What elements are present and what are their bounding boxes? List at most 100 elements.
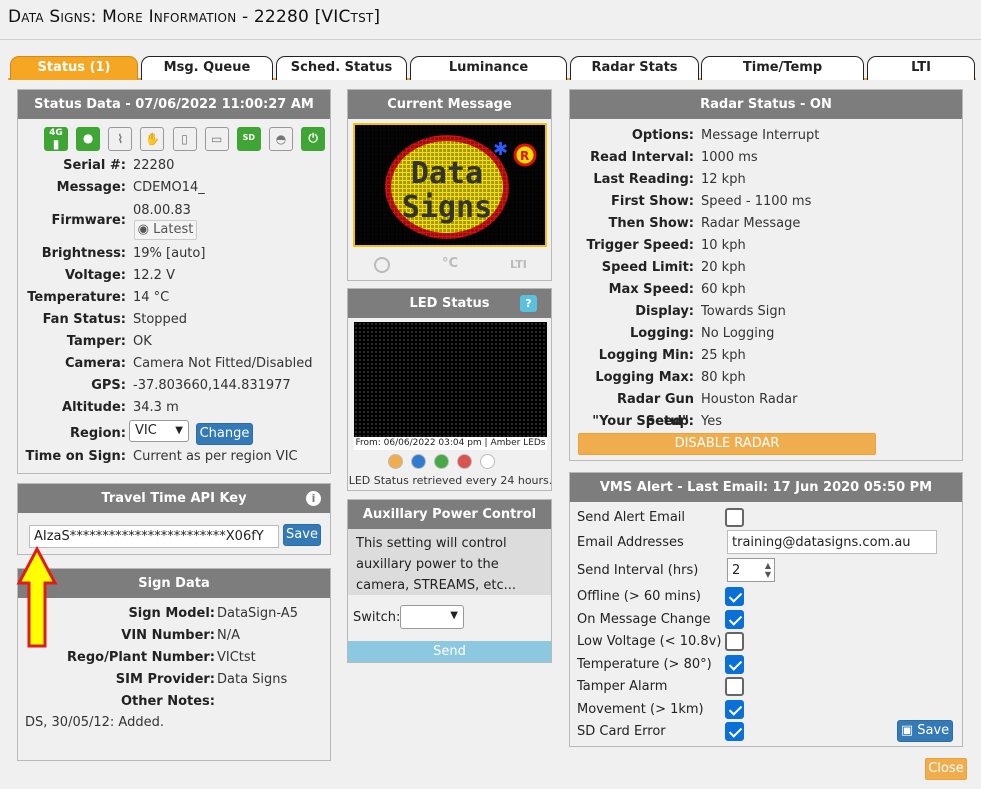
radar-row: Options: Message Interrupt bbox=[570, 125, 962, 147]
tab-msg-queue[interactable]: Msg. Queue bbox=[141, 56, 273, 80]
radar-value: 25 kph bbox=[701, 348, 746, 363]
region-change-button[interactable]: Change bbox=[196, 423, 253, 445]
radar-status-panel: Radar Status - ON Options: Message Interr… bbox=[569, 89, 963, 461]
location-pin-icon[interactable]: ● bbox=[76, 127, 101, 151]
tab-time-temp[interactable]: Time/Temp bbox=[701, 56, 864, 80]
led-color-dot bbox=[411, 454, 426, 469]
status-data-header: Status Data - 07/06/2022 11:00:27 AM bbox=[18, 90, 330, 119]
status-label: Camera: bbox=[64, 356, 126, 371]
alert-checkbox[interactable] bbox=[725, 699, 744, 719]
status-label: Temperature: bbox=[27, 290, 126, 305]
sign-row: Sign Model: DataSign-A5 bbox=[18, 603, 330, 625]
alert-checkbox[interactable] bbox=[725, 587, 744, 606]
status-row: Temperature: 14 °C bbox=[18, 287, 330, 309]
help-icon[interactable]: ? bbox=[520, 295, 537, 312]
route-icon[interactable]: ⌇ bbox=[108, 127, 133, 151]
battery-icon[interactable]: ▭ bbox=[204, 127, 229, 151]
led-color-dot bbox=[388, 454, 403, 469]
alert-checkbox[interactable] bbox=[725, 677, 744, 696]
lti-icon[interactable]: LTI bbox=[510, 258, 527, 271]
status-icons-row: 4G ▮ ● ⌇ ✋ ▯ ▭ SD ◓ ⏻ bbox=[44, 127, 329, 153]
switch-select[interactable]: ▼ bbox=[400, 605, 464, 629]
camera-dome-icon[interactable]: ◓ bbox=[268, 127, 293, 151]
aux-power-header: Auxillary Power Control bbox=[348, 500, 551, 529]
sign-label: VIN Number: bbox=[121, 628, 215, 643]
tab-status[interactable]: Status (1) bbox=[10, 56, 138, 80]
aux-send-button[interactable]: Send bbox=[348, 641, 551, 662]
led-grid bbox=[354, 322, 547, 437]
led-color-dot bbox=[434, 454, 449, 469]
clock-icon[interactable] bbox=[374, 257, 390, 273]
radar-label: "Your Speed": bbox=[592, 414, 694, 429]
status-row: Altitude: 34.3 m bbox=[18, 397, 330, 419]
stepper-arrows-icon[interactable]: ▲ ▼ bbox=[765, 561, 771, 579]
sd-card-icon[interactable]: SD bbox=[236, 127, 261, 151]
api-key-save-button[interactable]: Save bbox=[283, 524, 321, 546]
tab-lti[interactable]: LTI bbox=[867, 56, 975, 80]
sign-value: Data Signs bbox=[217, 672, 288, 687]
celsius-icon[interactable]: °C bbox=[442, 256, 458, 271]
floppy-disk-icon: ▣ bbox=[900, 723, 914, 738]
alert-checkbox[interactable] bbox=[725, 609, 744, 629]
chevron-down-icon: ▼ bbox=[450, 610, 458, 621]
radar-row: Logging: No Logging bbox=[570, 323, 962, 345]
hand-icon[interactable]: ✋ bbox=[140, 127, 165, 151]
status-row: Serial #: 22280 bbox=[18, 155, 330, 177]
status-value: 14 °C bbox=[133, 290, 170, 305]
alert-checkbox[interactable] bbox=[725, 654, 744, 674]
tab-radar-stats[interactable]: Radar Stats bbox=[570, 56, 699, 80]
svg-text:✱: ✱ bbox=[493, 139, 508, 160]
data-signs-logo: Data Signs ✱ R bbox=[355, 125, 545, 245]
radar-label: Last Reading: bbox=[593, 172, 694, 187]
radar-value: No Logging bbox=[701, 326, 775, 341]
sign-display-preview: Data Signs ✱ R bbox=[353, 123, 547, 247]
current-message-panel: Current Message Data Signs ✱ R °C LTI bbox=[347, 89, 552, 281]
tab-sched-status[interactable]: Sched. Status bbox=[276, 56, 407, 80]
sign-value: DataSign-A5 bbox=[217, 606, 298, 621]
alert-checkbox[interactable] bbox=[725, 722, 744, 741]
check-circle-icon: ◉ bbox=[137, 222, 149, 237]
disable-radar-button[interactable]: DISABLE RADAR bbox=[578, 433, 876, 455]
alert-checkbox[interactable] bbox=[725, 632, 744, 651]
vms-save-button[interactable]: ▣ Save bbox=[897, 720, 953, 742]
aux-power-desc: This setting will control auxillary powe… bbox=[348, 529, 551, 595]
radar-value: Yes bbox=[701, 414, 722, 429]
info-icon[interactable]: i bbox=[306, 491, 321, 506]
api-key-input[interactable] bbox=[29, 525, 279, 548]
region-select[interactable]: VIC ▼ bbox=[129, 420, 189, 442]
window-titlebar: Data Signs: More Information - 22280 [VI… bbox=[0, 0, 981, 40]
radar-label: First Show: bbox=[611, 194, 694, 209]
interval-label: Send Interval (hrs) bbox=[577, 563, 699, 578]
led-note: LED Status retrieved every 24 hours. bbox=[348, 474, 553, 487]
radar-row: Logging Min: 25 kph bbox=[570, 345, 962, 367]
status-value: Camera Not Fitted/Disabled bbox=[133, 356, 313, 371]
thermometer-icon[interactable]: ▯ bbox=[172, 127, 197, 151]
sign-label: Sign Model: bbox=[128, 606, 215, 621]
email-input[interactable] bbox=[727, 530, 937, 554]
status-row: Time on Sign: Current as per region VIC bbox=[18, 446, 330, 468]
chevron-down-icon: ▼ bbox=[175, 425, 183, 436]
status-value: 08.00.83 bbox=[133, 203, 191, 218]
status-row: Voltage: 12.2 V bbox=[18, 265, 330, 287]
alert-label: Low Voltage (< 10.8v) bbox=[577, 634, 722, 649]
tab-luminance[interactable]: Luminance bbox=[410, 56, 567, 80]
signal-4g-icon[interactable]: 4G ▮ bbox=[44, 127, 68, 151]
radar-row: Radar Gun Setup: Houston Radar bbox=[570, 389, 962, 429]
close-button[interactable]: Close bbox=[925, 758, 967, 780]
send-alert-label: Send Alert Email bbox=[577, 510, 686, 525]
interval-stepper[interactable]: 2 ▲ ▼ bbox=[727, 558, 775, 582]
radar-value: 1000 ms bbox=[701, 150, 758, 165]
vms-alert-header: VMS Alert - Last Email: 17 Jun 2020 05:5… bbox=[570, 473, 962, 502]
sign-row: VIN Number: N/A bbox=[18, 625, 330, 647]
status-label: Message: bbox=[56, 180, 126, 195]
sign-row: SIM Provider: Data Signs bbox=[18, 669, 330, 691]
status-value: 22280 bbox=[133, 158, 175, 173]
status-label: Brightness: bbox=[41, 246, 126, 261]
power-icon[interactable]: ⏻ bbox=[301, 127, 326, 151]
radar-row: Logging Max: 80 kph bbox=[570, 367, 962, 389]
radar-value: 12 kph bbox=[701, 172, 746, 187]
email-label: Email Addresses bbox=[577, 535, 684, 550]
send-alert-checkbox[interactable] bbox=[725, 508, 744, 527]
radar-value: 20 kph bbox=[701, 260, 746, 275]
radar-row: "Your Speed": Yes bbox=[570, 411, 962, 433]
